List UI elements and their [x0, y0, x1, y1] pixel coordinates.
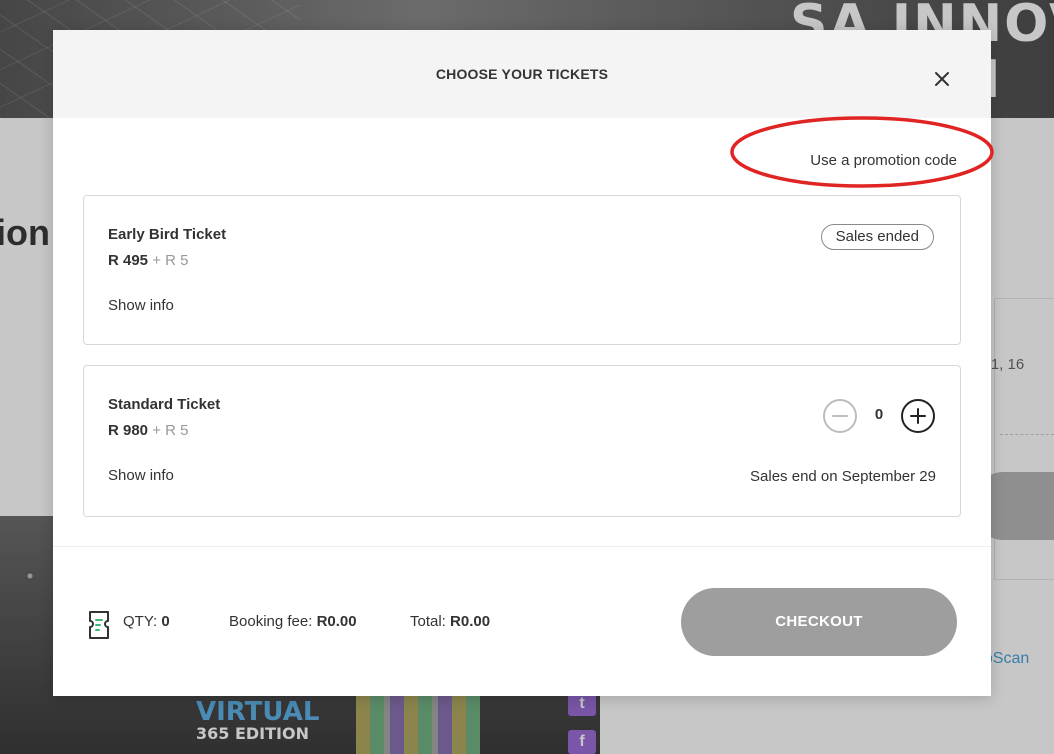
booking-fee-label: Booking fee: — [229, 613, 317, 630]
ticket-modal: CHOOSE YOUR TICKETS Use a promotion code… — [53, 30, 994, 696]
ticket-price: R 495 + R 5 — [108, 252, 188, 269]
close-button[interactable] — [927, 64, 957, 94]
ticket-name: Early Bird Ticket — [108, 226, 227, 243]
total-value: R0.00 — [450, 613, 491, 630]
ticket-icon — [89, 611, 109, 639]
checkout-button[interactable]: CHECKOUT — [681, 588, 957, 656]
increase-quantity-button[interactable] — [900, 398, 936, 434]
minus-circle-icon — [823, 399, 857, 433]
total-label: Total: — [410, 613, 451, 630]
ticket-price-value: R 980 — [108, 422, 149, 439]
ticket-price-value: R 495 — [108, 252, 149, 269]
sales-end-date: Sales end on September 29 — [750, 468, 936, 485]
ticket-name: Standard Ticket — [108, 396, 221, 413]
show-info-link[interactable]: Show info — [108, 467, 174, 484]
footer-divider — [53, 546, 991, 547]
qty-label: QTY: — [123, 613, 162, 630]
ticket-card-early-bird: Early Bird Ticket R 495 + R 5 Show info … — [83, 195, 961, 345]
total-summary: Total: R0.00 — [410, 613, 490, 630]
booking-fee-value: R0.00 — [316, 613, 357, 630]
booking-fee-summary: Booking fee: R0.00 — [229, 613, 357, 630]
decrease-quantity-button[interactable] — [822, 398, 858, 434]
quantity-stepper: 0 — [822, 398, 936, 434]
plus-circle-icon — [901, 399, 935, 433]
qty-value: 0 — [161, 613, 170, 630]
ticket-price: R 980 + R 5 — [108, 422, 188, 439]
sales-ended-badge: Sales ended — [820, 224, 934, 250]
quantity-value: 0 — [874, 406, 884, 423]
close-icon — [935, 72, 949, 86]
quantity-summary: QTY: 0 — [123, 613, 170, 630]
ticket-fee: + R 5 — [148, 422, 189, 439]
modal-header: CHOOSE YOUR TICKETS — [53, 30, 991, 118]
modal-title: CHOOSE YOUR TICKETS — [435, 66, 609, 82]
ticket-card-standard: Standard Ticket R 980 + R 5 Show info 0 … — [83, 365, 961, 517]
promotion-code-link[interactable]: Use a promotion code — [810, 152, 957, 169]
ticket-fee: + R 5 — [148, 252, 189, 269]
show-info-link[interactable]: Show info — [108, 297, 174, 314]
